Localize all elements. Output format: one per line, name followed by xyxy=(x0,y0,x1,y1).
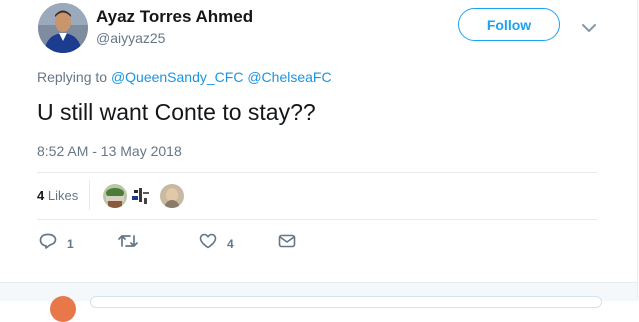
page-edge xyxy=(637,0,638,300)
divider-top xyxy=(37,172,597,173)
liker-avatar-3[interactable] xyxy=(160,184,184,208)
envelope-icon xyxy=(278,233,296,254)
reply-action[interactable]: 1 xyxy=(39,233,74,254)
reply-count: 1 xyxy=(67,236,74,251)
mention-link-queensandy[interactable]: @QueenSandy_CFC xyxy=(111,69,244,85)
reply-context: Replying to @QueenSandy_CFC @ChelseaFC xyxy=(37,69,332,85)
divider-bottom xyxy=(37,219,597,220)
reply-context-prefix: Replying to xyxy=(37,69,108,85)
heart-icon xyxy=(199,233,217,254)
like-action[interactable]: 4 xyxy=(199,233,234,254)
tweet-text: U still want Conte to stay?? xyxy=(37,99,316,125)
likes-separator xyxy=(89,180,90,210)
author-display-name[interactable]: Ayaz Torres Ahmed xyxy=(96,7,253,27)
retweet-action[interactable] xyxy=(118,233,148,254)
like-count: 4 xyxy=(227,236,234,251)
liker-avatar-2[interactable] xyxy=(130,184,154,208)
liker-avatar-1[interactable] xyxy=(103,184,127,208)
chevron-down-icon[interactable] xyxy=(582,20,596,32)
likes-count-label: Likes xyxy=(47,188,79,203)
author-avatar[interactable] xyxy=(38,3,88,53)
likes-count[interactable]: 4 Likes xyxy=(37,188,78,203)
follow-button[interactable]: Follow xyxy=(458,8,560,41)
likes-count-number: 4 xyxy=(37,188,45,203)
tweet-timestamp[interactable]: 8:52 AM - 13 May 2018 xyxy=(37,143,182,159)
direct-message-action[interactable] xyxy=(278,233,296,254)
reply-icon xyxy=(39,233,57,254)
mention-link-chelseafc[interactable]: @ChelseaFC xyxy=(247,69,331,85)
author-handle[interactable]: @aiyyaz25 xyxy=(96,30,165,46)
reply-input[interactable] xyxy=(90,296,602,308)
retweet-icon xyxy=(118,233,138,254)
